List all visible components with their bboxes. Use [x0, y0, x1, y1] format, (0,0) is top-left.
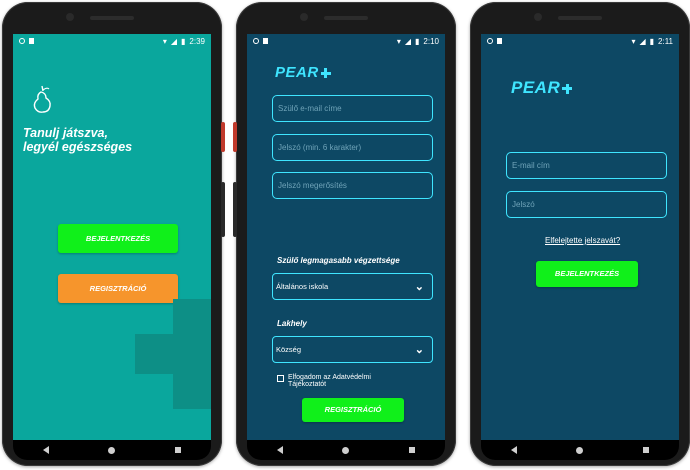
settings-notification-icon — [19, 38, 25, 44]
sd-card-icon — [497, 38, 502, 44]
privacy-consent[interactable]: Elfogadom az Adatvédelmi Tájékoztatót — [277, 374, 371, 388]
password-placeholder: Jelszó — [512, 200, 535, 209]
tagline-line-1: Tanulj játszva, — [23, 126, 108, 140]
consent-checkbox[interactable] — [277, 375, 284, 382]
consent-line-1: Elfogadom az Adatvédelmi — [288, 374, 371, 381]
recents-icon[interactable] — [409, 447, 416, 453]
registration-screen: ▾ ◢ ▮ 2:10 PEAR Szülő e-mail címe Jelszó (m… — [247, 34, 445, 440]
chevron-down-icon: ⌄ — [414, 344, 424, 356]
password-confirm-placeholder: Jelszó megerősítés — [278, 181, 347, 190]
app-logo: PEAR — [275, 64, 331, 81]
plus-icon — [320, 68, 331, 79]
settings-notification-icon — [253, 38, 259, 44]
phone-welcome: ▾ ◢ ▮ 2:39 Tanulj játszva, legyél egészsége… — [2, 2, 225, 466]
back-icon[interactable] — [510, 446, 517, 454]
email-placeholder: E-mail cím — [512, 161, 550, 170]
residence-value: Község — [276, 345, 302, 354]
password-field[interactable]: Jelszó — [506, 191, 667, 218]
wifi-icon: ▾ — [162, 36, 167, 46]
password-field[interactable]: Jelszó (min. 6 karakter) — [272, 134, 433, 161]
recents-icon[interactable] — [175, 447, 182, 453]
forgot-password-link[interactable]: Elfelejtette jelszavát? — [545, 236, 620, 245]
login-screen: ▾ ◢ ▮ 2:11 PEAR E-mail cím Jelszó Elfelejte… — [481, 34, 679, 440]
speaker-grille — [558, 16, 602, 20]
status-bar: ▾ ◢ ▮ 2:39 — [13, 34, 211, 48]
phone-registration: ▾ ◢ ▮ 2:10 PEAR Szülő e-mail címe Jelszó (m… — [233, 2, 456, 466]
status-bar: ▾ ◢ ▮ 2:11 — [481, 34, 679, 48]
consent-text: Elfogadom az Adatvédelmi Tájékoztatót — [288, 374, 371, 388]
sd-card-icon — [263, 38, 268, 44]
speaker-grille — [324, 16, 368, 20]
battery-icon: ▮ — [649, 36, 655, 46]
volume-button — [221, 182, 225, 237]
parent-email-placeholder: Szülő e-mail címe — [278, 104, 342, 113]
battery-icon: ▮ — [415, 36, 420, 46]
residence-label: Lakhely — [277, 319, 307, 328]
signal-icon: ◢ — [170, 36, 178, 46]
status-time: 2:39 — [189, 36, 205, 46]
signal-icon: ◢ — [404, 36, 412, 46]
chevron-down-icon: ⌄ — [414, 281, 424, 293]
password-confirm-field[interactable]: Jelszó megerősítés — [272, 172, 433, 199]
phone-login: ▾ ◢ ▮ 2:11 PEAR E-mail cím Jelszó Elfelejte… — [470, 2, 690, 466]
back-icon[interactable] — [42, 446, 49, 454]
camera-icon — [534, 13, 542, 21]
back-icon[interactable] — [276, 446, 283, 454]
status-bar: ▾ ◢ ▮ 2:10 — [247, 34, 445, 48]
login-button[interactable]: BEJELENTKEZÉS — [536, 261, 638, 287]
residence-select[interactable]: Község ⌄ — [272, 336, 433, 363]
system-nav-bar — [13, 440, 211, 460]
plus-icon — [562, 83, 573, 94]
home-icon[interactable] — [576, 446, 584, 454]
parent-email-field[interactable]: Szülő e-mail címe — [272, 95, 433, 122]
logo-text: PEAR — [511, 78, 561, 97]
recents-icon[interactable] — [643, 447, 650, 453]
system-nav-bar — [247, 440, 445, 460]
register-button[interactable]: REGISZTRÁCIÓ — [302, 398, 404, 422]
wifi-icon: ▾ — [631, 36, 636, 46]
battery-icon: ▮ — [181, 36, 186, 46]
status-time: 2:11 — [658, 36, 673, 46]
tagline-line-2: legyél egészséges — [23, 140, 133, 154]
volume-button — [233, 182, 237, 237]
app-logo: PEAR — [511, 78, 573, 98]
status-time: 2:10 — [423, 36, 439, 46]
home-icon[interactable] — [108, 446, 116, 454]
email-field[interactable]: E-mail cím — [506, 152, 667, 179]
wifi-icon: ▾ — [396, 36, 401, 46]
register-button[interactable]: REGISZTRÁCIÓ — [58, 274, 178, 303]
pear-icon — [33, 85, 51, 113]
power-button — [233, 122, 237, 152]
consent-line-2: Tájékoztatót — [288, 381, 327, 388]
education-select[interactable]: Általános iskola ⌄ — [272, 273, 433, 300]
signal-icon: ◢ — [639, 36, 646, 46]
settings-notification-icon — [487, 38, 493, 44]
education-value: Általános iskola — [276, 282, 329, 291]
speaker-grille — [90, 16, 134, 20]
camera-icon — [66, 13, 74, 21]
home-icon[interactable] — [342, 446, 350, 454]
education-label: Szülő legmagasabb végzettsége — [277, 256, 400, 265]
welcome-screen: ▾ ◢ ▮ 2:39 Tanulj játszva, legyél egészsége… — [13, 34, 211, 440]
password-placeholder: Jelszó (min. 6 karakter) — [278, 143, 362, 152]
sd-card-icon — [29, 38, 34, 44]
camera-icon — [300, 13, 308, 21]
logo-text: PEAR — [275, 64, 319, 81]
system-nav-bar — [481, 440, 679, 460]
login-button[interactable]: BEJELENTKEZÉS — [58, 224, 178, 253]
power-button — [221, 122, 225, 152]
tagline: Tanulj játszva, legyél egészséges — [23, 126, 203, 154]
